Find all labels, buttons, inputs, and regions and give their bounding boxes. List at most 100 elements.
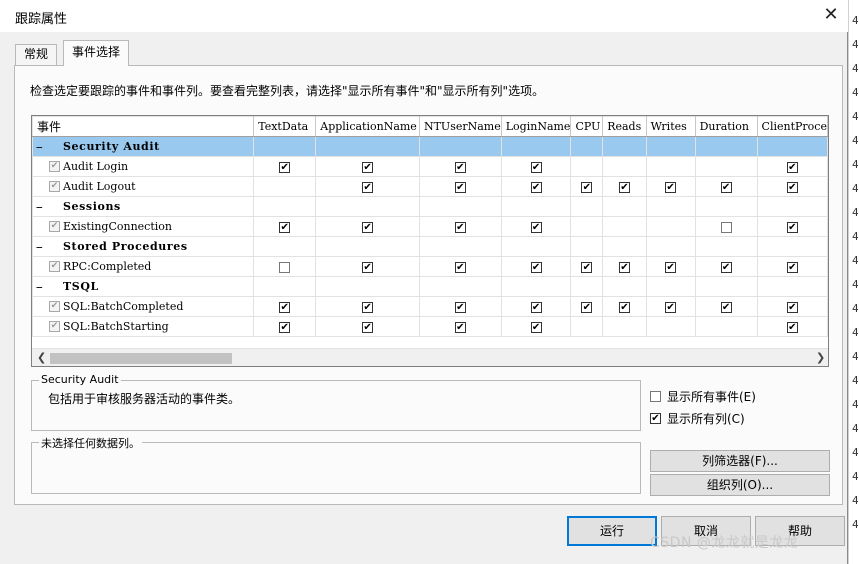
cell-loginname[interactable]: ✔: [500, 216, 572, 237]
category-row[interactable]: − Stored Procedures: [32, 236, 828, 257]
column-checkbox[interactable]: [279, 261, 291, 273]
column-header-events[interactable]: 事件: [32, 116, 255, 137]
run-button[interactable]: 运行: [567, 516, 657, 546]
category-row[interactable]: − TSQL: [32, 276, 828, 297]
cell-duration[interactable]: ✔: [694, 256, 758, 277]
cell-ntusername[interactable]: ✔: [418, 216, 502, 237]
column-checkbox[interactable]: ✔: [279, 221, 291, 233]
column-checkbox[interactable]: ✔: [618, 301, 630, 313]
column-checkbox[interactable]: ✔: [530, 181, 542, 193]
event-row-checkbox[interactable]: ✔: [49, 221, 60, 232]
column-checkbox[interactable]: ✔: [362, 321, 374, 333]
cell-cpu[interactable]: ✔: [570, 296, 604, 317]
column-checkbox[interactable]: ✔: [362, 261, 374, 273]
collapse-icon[interactable]: −: [36, 202, 45, 213]
column-checkbox[interactable]: ✔: [786, 221, 798, 233]
close-icon[interactable]: ✕: [818, 4, 844, 26]
category-row[interactable]: − Security Audit: [32, 136, 828, 157]
category-row[interactable]: − Sessions: [32, 196, 828, 217]
show-all-columns-checkbox[interactable]: ✔: [650, 413, 661, 424]
cell-ntusername[interactable]: ✔: [418, 176, 502, 197]
column-checkbox[interactable]: ✔: [786, 261, 798, 273]
event-row-checkbox[interactable]: ✔: [49, 181, 60, 192]
scroll-left-icon[interactable]: ❮: [37, 351, 46, 364]
cell-cpu[interactable]: ✔: [570, 176, 604, 197]
show-all-events-option[interactable]: 显示所有事件(E): [650, 388, 756, 405]
cell-writes[interactable]: ✔: [645, 296, 696, 317]
cell-duration[interactable]: ✔: [694, 296, 758, 317]
collapse-icon[interactable]: −: [36, 142, 45, 153]
cell-clientprocessid[interactable]: ✔: [756, 296, 828, 317]
column-checkbox[interactable]: ✔: [279, 161, 291, 173]
event-row[interactable]: ✔ SQL:BatchStarting ✔ ✔ ✔ ✔ ✔: [32, 316, 828, 337]
cell-ntusername[interactable]: ✔: [418, 256, 502, 277]
column-checkbox[interactable]: ✔: [618, 261, 630, 273]
cell-cpu[interactable]: ✔: [570, 256, 604, 277]
scrollbar-thumb[interactable]: [50, 353, 232, 364]
column-checkbox[interactable]: ✔: [279, 321, 291, 333]
cell-applicationname[interactable]: ✔: [315, 316, 420, 337]
column-checkbox[interactable]: ✔: [454, 261, 466, 273]
column-checkbox[interactable]: ✔: [279, 301, 291, 313]
cell-loginname[interactable]: ✔: [500, 316, 572, 337]
column-checkbox[interactable]: ✔: [362, 221, 374, 233]
event-row[interactable]: ✔ RPC:Completed ✔ ✔ ✔ ✔ ✔ ✔ ✔ ✔: [32, 256, 828, 277]
cell-reads[interactable]: ✔: [602, 296, 647, 317]
column-checkbox[interactable]: ✔: [362, 161, 374, 173]
event-row[interactable]: ✔ Audit Login ✔ ✔ ✔ ✔ ✔: [32, 156, 828, 177]
column-header-cpu[interactable]: CPU: [570, 116, 604, 137]
column-checkbox[interactable]: ✔: [454, 221, 466, 233]
column-filters-button[interactable]: 列筛选器(F)...: [650, 450, 830, 472]
column-checkbox[interactable]: ✔: [581, 261, 593, 273]
column-header-duration[interactable]: Duration: [694, 116, 758, 137]
column-header-clientprocessid[interactable]: ClientProce: [756, 116, 828, 137]
cell-reads[interactable]: ✔: [602, 176, 647, 197]
column-checkbox[interactable]: ✔: [581, 181, 593, 193]
cell-textdata[interactable]: ✔: [253, 316, 317, 337]
column-checkbox[interactable]: ✔: [454, 181, 466, 193]
cell-clientprocessid[interactable]: ✔: [756, 176, 828, 197]
column-checkbox[interactable]: ✔: [720, 261, 732, 273]
column-checkbox[interactable]: ✔: [362, 181, 374, 193]
event-row-checkbox[interactable]: ✔: [49, 321, 60, 332]
column-checkbox[interactable]: ✔: [665, 181, 677, 193]
cell-duration[interactable]: [694, 216, 758, 237]
cell-textdata[interactable]: ✔: [253, 296, 317, 317]
horizontal-scrollbar[interactable]: ❮ ❯: [32, 348, 828, 366]
show-all-columns-option[interactable]: ✔ 显示所有列(C): [650, 410, 745, 427]
column-checkbox[interactable]: ✔: [454, 321, 466, 333]
cell-ntusername[interactable]: ✔: [418, 156, 502, 177]
cell-writes[interactable]: ✔: [645, 176, 696, 197]
cell-textdata[interactable]: ✔: [253, 156, 317, 177]
cell-duration[interactable]: ✔: [694, 176, 758, 197]
column-checkbox[interactable]: ✔: [454, 161, 466, 173]
cell-clientprocessid[interactable]: ✔: [756, 256, 828, 277]
column-checkbox[interactable]: ✔: [530, 321, 542, 333]
cell-clientprocessid[interactable]: ✔: [756, 156, 828, 177]
event-row[interactable]: ✔ ExistingConnection ✔ ✔ ✔ ✔ ✔: [32, 216, 828, 237]
cell-writes[interactable]: ✔: [645, 256, 696, 277]
column-checkbox[interactable]: ✔: [786, 301, 798, 313]
column-header-loginname[interactable]: LoginName: [500, 116, 572, 137]
column-checkbox[interactable]: ✔: [786, 181, 798, 193]
event-row[interactable]: ✔ Audit Logout ✔ ✔ ✔ ✔ ✔ ✔ ✔ ✔: [32, 176, 828, 197]
column-checkbox[interactable]: ✔: [665, 261, 677, 273]
scroll-right-icon[interactable]: ❯: [816, 351, 825, 364]
column-checkbox[interactable]: ✔: [720, 181, 732, 193]
cell-applicationname[interactable]: ✔: [315, 216, 420, 237]
cell-loginname[interactable]: ✔: [500, 156, 572, 177]
cell-applicationname[interactable]: ✔: [315, 296, 420, 317]
cell-textdata[interactable]: ✔: [253, 216, 317, 237]
column-checkbox[interactable]: ✔: [581, 301, 593, 313]
column-checkbox[interactable]: ✔: [530, 261, 542, 273]
column-checkbox[interactable]: ✔: [454, 301, 466, 313]
collapse-icon[interactable]: −: [36, 242, 45, 253]
tab-events-selection[interactable]: 事件选择: [63, 40, 130, 66]
event-row-checkbox[interactable]: ✔: [49, 261, 60, 272]
column-header-ntusername[interactable]: NTUserName: [418, 116, 502, 137]
column-checkbox[interactable]: ✔: [530, 301, 542, 313]
organize-columns-button[interactable]: 组织列(O)...: [650, 474, 830, 496]
column-checkbox[interactable]: ✔: [530, 161, 542, 173]
cell-applicationname[interactable]: ✔: [315, 176, 420, 197]
column-checkbox[interactable]: ✔: [665, 301, 677, 313]
